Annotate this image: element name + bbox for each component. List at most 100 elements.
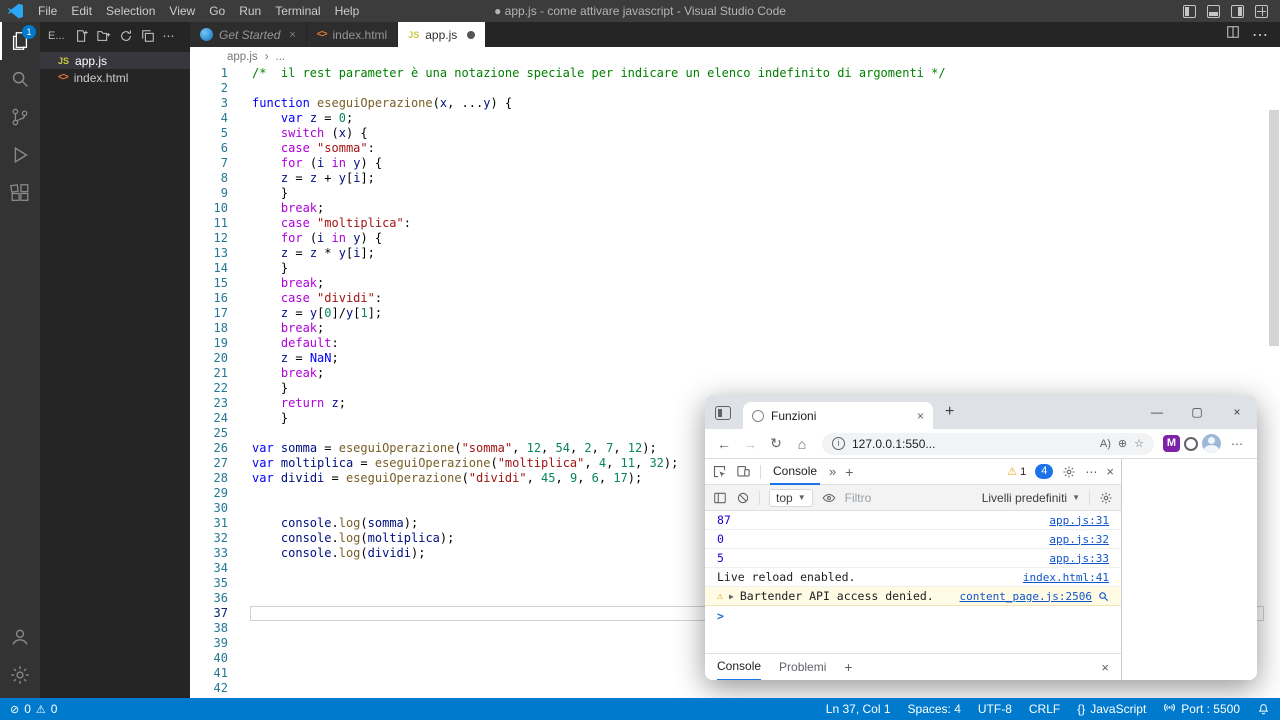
code-text[interactable]: break; (252, 321, 1280, 336)
console-row[interactable]: 87app.js:31 (705, 511, 1121, 530)
new-folder-icon[interactable] (97, 29, 111, 43)
forward-icon[interactable]: → (739, 436, 761, 452)
close-browser-tab-icon[interactable]: × (917, 409, 924, 423)
line-number[interactable]: 33 (190, 546, 252, 561)
line-number[interactable]: 38 (190, 621, 252, 636)
code-text[interactable]: function eseguiOperazione(x, ...y) { (252, 96, 1280, 111)
problems-status[interactable]: ⊘ 0 ⚠ 0 (10, 702, 57, 716)
close-drawer-icon[interactable]: × (1101, 660, 1109, 675)
menu-edit[interactable]: Edit (64, 0, 99, 22)
inspect-element-icon[interactable] (712, 464, 727, 479)
indentation[interactable]: Spaces: 4 (908, 702, 961, 716)
code-line[interactable]: 13 z = z * y[i]; (190, 246, 1280, 261)
menu-file[interactable]: File (31, 0, 64, 22)
settings-gear-icon[interactable] (0, 656, 40, 694)
toggle-secondary-sidebar-icon[interactable] (1231, 5, 1244, 18)
notifications-bell-icon[interactable] (1257, 703, 1270, 716)
search-icon[interactable] (0, 60, 40, 98)
line-number[interactable]: 4 (190, 111, 252, 126)
line-number[interactable]: 15 (190, 276, 252, 291)
extension-circle-icon[interactable] (1184, 437, 1198, 451)
tab-app-js[interactable]: JS app.js (398, 22, 486, 47)
source-link[interactable]: app.js:31 (1049, 514, 1109, 527)
menu-go[interactable]: Go (202, 0, 232, 22)
home-icon[interactable]: ⌂ (791, 436, 813, 452)
line-number[interactable]: 2 (190, 81, 252, 96)
extensions-icon[interactable] (0, 174, 40, 212)
drawer-tab-console[interactable]: Console (717, 654, 761, 681)
minimize-icon[interactable]: — (1137, 405, 1177, 419)
menu-view[interactable]: View (162, 0, 202, 22)
eol-sequence[interactable]: CRLF (1029, 702, 1060, 716)
tab-actions-icon[interactable] (715, 406, 731, 420)
console-row[interactable]: 5app.js:33 (705, 549, 1121, 568)
filter-input[interactable] (845, 491, 955, 505)
code-line[interactable]: 6 case "somma": (190, 141, 1280, 156)
console-prompt[interactable]: > (705, 606, 1121, 625)
close-window-icon[interactable]: × (1217, 405, 1257, 419)
line-number[interactable]: 6 (190, 141, 252, 156)
line-number[interactable]: 19 (190, 336, 252, 351)
line-number[interactable]: 8 (190, 171, 252, 186)
editor-more-icon[interactable]: ⋯ (1252, 25, 1268, 45)
search-icon[interactable] (1098, 591, 1109, 602)
code-text[interactable]: break; (252, 276, 1280, 291)
line-number[interactable]: 40 (190, 651, 252, 666)
new-tab-icon[interactable]: + (945, 404, 954, 420)
favorites-star-icon[interactable]: ☆ (1134, 437, 1144, 450)
device-toolbar-icon[interactable] (736, 464, 751, 479)
code-text[interactable]: var z = 0; (252, 111, 1280, 126)
code-text[interactable]: case "somma": (252, 141, 1280, 156)
line-number[interactable]: 28 (190, 471, 252, 486)
code-text[interactable]: default: (252, 336, 1280, 351)
line-number[interactable]: 37 (190, 606, 252, 621)
code-line[interactable]: 3function eseguiOperazione(x, ...y) { (190, 96, 1280, 111)
source-link[interactable]: app.js:32 (1049, 533, 1109, 546)
editor-scrollbar[interactable] (1268, 110, 1280, 698)
line-number[interactable]: 14 (190, 261, 252, 276)
more-panels-icon[interactable]: » (829, 464, 836, 479)
menu-help[interactable]: Help (328, 0, 367, 22)
line-number[interactable]: 31 (190, 516, 252, 531)
code-text[interactable]: z = NaN; (252, 351, 1280, 366)
toggle-panel-icon[interactable] (1207, 5, 1220, 18)
line-number[interactable]: 11 (190, 216, 252, 231)
modified-dot-icon[interactable] (467, 31, 475, 39)
code-line[interactable]: 1/* il rest parameter è una notazione sp… (190, 66, 1280, 81)
breadcrumb-more[interactable]: ... (276, 51, 286, 63)
code-text[interactable]: } (252, 261, 1280, 276)
code-line[interactable]: 7 for (i in y) { (190, 156, 1280, 171)
line-number[interactable]: 9 (190, 186, 252, 201)
extension-m-icon[interactable]: M (1163, 435, 1180, 452)
page-viewport[interactable] (1123, 459, 1257, 680)
console-row[interactable]: ⚠▶Bartender API access denied.content_pa… (705, 587, 1121, 606)
add-panel-icon[interactable]: + (845, 464, 853, 480)
code-text[interactable]: for (i in y) { (252, 231, 1280, 246)
code-line[interactable]: 2 (190, 81, 1280, 96)
code-text[interactable]: case "moltiplica": (252, 216, 1280, 231)
browser-tab[interactable]: Funzioni × (743, 402, 933, 429)
collapse-folders-icon[interactable] (141, 29, 155, 43)
code-line[interactable]: 4 var z = 0; (190, 111, 1280, 126)
code-line[interactable]: 22 } (190, 381, 1280, 396)
breadcrumb-file[interactable]: app.js (227, 51, 258, 63)
line-number[interactable]: 35 (190, 576, 252, 591)
console-row[interactable]: 0app.js:32 (705, 530, 1121, 549)
console-panel-tab[interactable]: Console (770, 459, 820, 485)
code-text[interactable]: /* il rest parameter è una notazione spe… (252, 66, 1280, 81)
source-link[interactable]: index.html:41 (1023, 571, 1109, 584)
file-item-indexhtml[interactable]: <> index.html (40, 69, 190, 86)
code-text[interactable]: z = z * y[i]; (252, 246, 1280, 261)
live-server-port[interactable]: Port : 5500 (1163, 701, 1240, 717)
code-line[interactable]: 12 for (i in y) { (190, 231, 1280, 246)
menu-selection[interactable]: Selection (99, 0, 162, 22)
drawer-tab-problemi[interactable]: Problemi (779, 654, 826, 681)
warning-summary[interactable]: ⚠ 1 (1007, 465, 1026, 478)
language-mode[interactable]: {} JavaScript (1077, 702, 1146, 716)
line-number[interactable]: 23 (190, 396, 252, 411)
code-text[interactable]: } (252, 381, 1280, 396)
line-number[interactable]: 25 (190, 426, 252, 441)
code-text[interactable] (252, 681, 1280, 696)
line-number[interactable]: 18 (190, 321, 252, 336)
account-icon[interactable] (0, 618, 40, 656)
